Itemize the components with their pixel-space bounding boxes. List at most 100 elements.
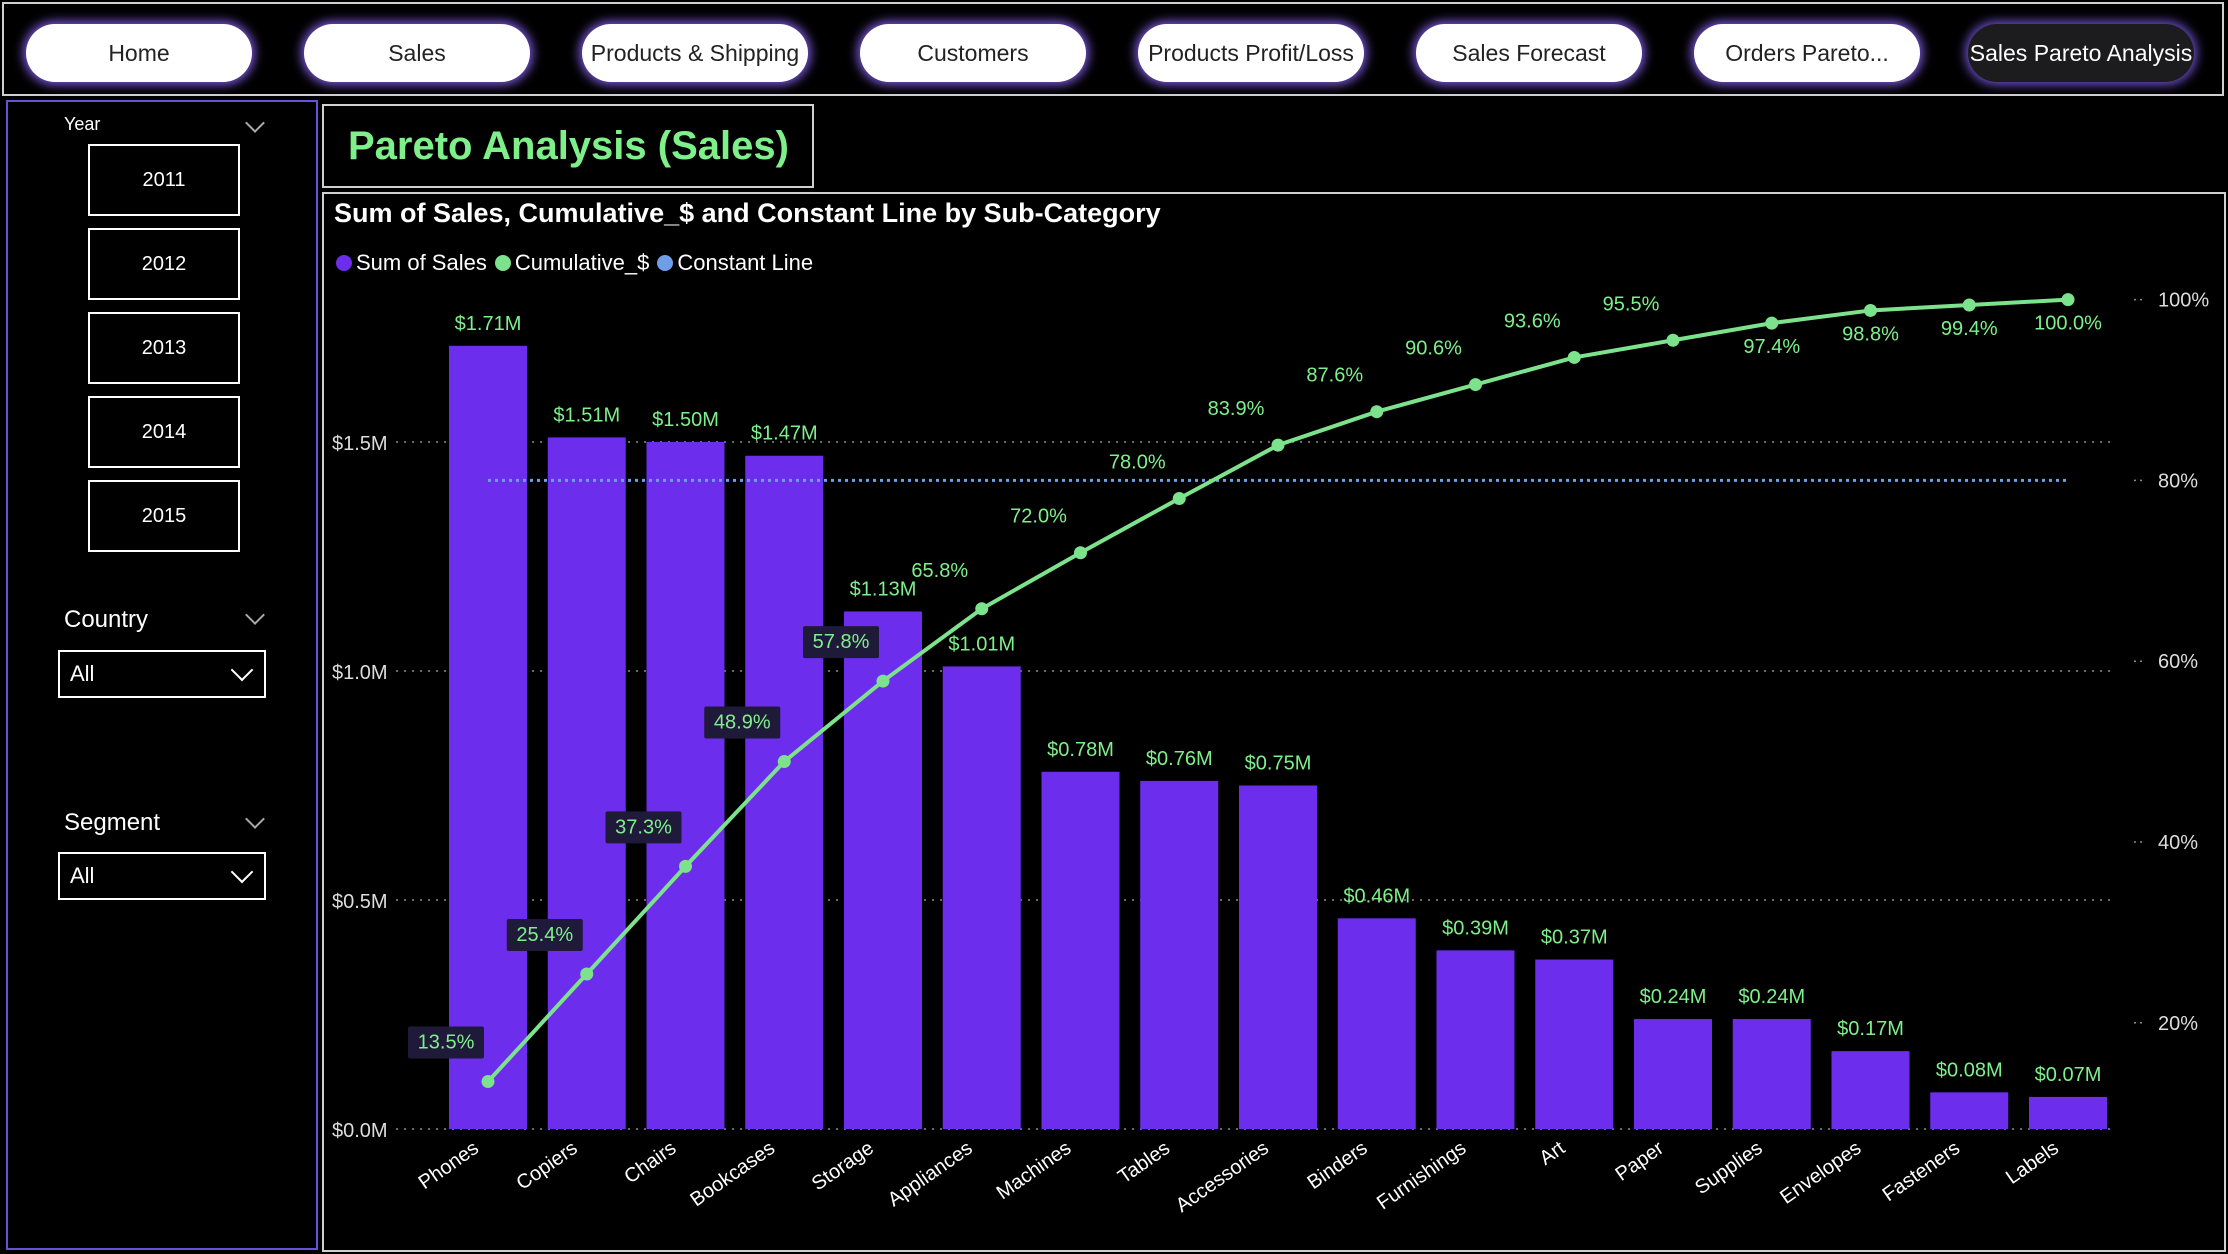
- bar-paper: [1634, 1019, 1712, 1129]
- cumulative-data-label: 13.5%: [418, 1032, 475, 1054]
- cumulative-data-label: 65.8%: [911, 560, 968, 582]
- bar-data-label: $0.17M: [1837, 1018, 1904, 1040]
- year-filter-chevron-icon[interactable]: [245, 113, 265, 133]
- cumulative-point: [1074, 546, 1087, 560]
- bar-data-label: $0.76M: [1146, 748, 1213, 770]
- legend-item-sum-of-sales[interactable]: Sum of Sales: [336, 250, 487, 276]
- cumulative-point: [975, 602, 989, 616]
- cumulative-point: [1666, 333, 1680, 347]
- legend-label: Sum of Sales: [356, 250, 487, 275]
- bar-data-label: $0.08M: [1936, 1059, 2003, 1081]
- right-axis-tick-label: 40%: [2158, 832, 2198, 854]
- top-navigation-bar: Home Sales Products & Shipping Customers Pro…: [2, 2, 2224, 96]
- segment-filter-chevron-icon[interactable]: [245, 809, 265, 829]
- nav-tab-sales-forecast[interactable]: Sales Forecast: [1416, 24, 1642, 82]
- x-axis-category-label: Phones: [415, 1137, 483, 1194]
- cumulative-data-label: 97.4%: [1743, 336, 1800, 358]
- year-option-2011[interactable]: 2011: [88, 144, 240, 216]
- x-axis-category-label: Paper: [1612, 1137, 1669, 1186]
- bar-data-label: $1.13M: [850, 578, 917, 600]
- nav-tab-sales-pareto-analysis[interactable]: Sales Pareto Analysis: [1968, 24, 2194, 82]
- nav-tab-customers[interactable]: Customers: [860, 24, 1086, 82]
- nav-tab-orders-pareto[interactable]: Orders Pareto...: [1694, 24, 1920, 82]
- nav-tab-products-profit-loss[interactable]: Products Profit/Loss: [1138, 24, 1364, 82]
- cumulative-data-label: 93.6%: [1504, 310, 1561, 332]
- cumulative-data-label: 98.8%: [1842, 323, 1899, 345]
- country-filter-chevron-icon[interactable]: [245, 605, 265, 625]
- x-axis-category-label: Furnishings: [1373, 1137, 1470, 1214]
- bar-furnishings: [1436, 950, 1515, 1129]
- nav-tab-products-shipping[interactable]: Products & Shipping: [582, 24, 808, 82]
- cumulative-point: [1962, 298, 1976, 312]
- year-option-2014[interactable]: 2014: [88, 396, 240, 468]
- year-option-2015[interactable]: 2015: [88, 480, 240, 552]
- cumulative-point: [1172, 491, 1186, 505]
- cumulative-point: [580, 967, 594, 981]
- cumulative-data-label: 95.5%: [1603, 293, 1660, 315]
- segment-dropdown[interactable]: All: [58, 852, 266, 900]
- pareto-chart: $0.0M $0.5M $1.0M $1.5M 20% 40% 60% 80% 100% $1.7…: [332, 290, 2209, 1217]
- left-axis-tick-label: $1.0M: [332, 662, 388, 684]
- bar-data-label: $0.75M: [1245, 753, 1312, 775]
- cumulative-point: [481, 1075, 495, 1089]
- year-option-2013[interactable]: 2013: [88, 312, 240, 384]
- chevron-down-icon: [230, 860, 254, 884]
- left-axis-tick-label: $0.0M: [332, 1120, 388, 1142]
- cumulative-point: [777, 755, 791, 769]
- right-axis-tick-label: 100%: [2158, 290, 2209, 312]
- cumulative-data-label: 83.9%: [1208, 398, 1265, 420]
- legend-dot-icon: [657, 255, 674, 271]
- x-axis-category-label: Accessories: [1172, 1137, 1273, 1217]
- x-axis-category-label: Tables: [1114, 1137, 1174, 1188]
- cumulative-point: [679, 859, 692, 873]
- x-axis-category-label: Appliances: [884, 1137, 977, 1211]
- cumulative-data-label: 72.0%: [1010, 506, 1067, 528]
- cumulative-point: [1765, 316, 1779, 330]
- x-axis-category-label: Copiers: [513, 1137, 582, 1195]
- bar-data-label: $1.71M: [455, 313, 522, 335]
- bar-labels: [2029, 1096, 2107, 1129]
- cumulative-point: [1271, 438, 1285, 452]
- bar-data-label: $1.47M: [751, 423, 818, 445]
- bar-data-label: $0.37M: [1541, 927, 1608, 949]
- bar-storage: [844, 611, 922, 1129]
- x-axis-category-label: Chairs: [620, 1137, 680, 1188]
- legend-dot-icon: [336, 255, 352, 271]
- cumulative-point: [2061, 293, 2075, 307]
- x-axis-category-label: Labels: [2002, 1137, 2063, 1189]
- bar-data-label: $0.46M: [1343, 885, 1410, 907]
- year-filter-label: Year: [64, 114, 101, 134]
- bar-data-label: $0.39M: [1442, 917, 1509, 939]
- cumulative-point: [876, 674, 890, 688]
- bar-data-label: $1.51M: [553, 404, 620, 426]
- nav-tab-home[interactable]: Home: [26, 24, 252, 82]
- bar-data-label: $0.24M: [1738, 986, 1805, 1008]
- bar-tables: [1140, 780, 1219, 1129]
- country-filter-label: Country: [64, 606, 149, 633]
- nav-tab-sales[interactable]: Sales: [304, 24, 530, 82]
- chart-title: Sum of Sales, Cumulative_$ and Constant …: [334, 198, 1161, 228]
- x-axis-category-label: Machines: [993, 1137, 1076, 1204]
- bar-accessories: [1239, 785, 1317, 1129]
- chevron-down-icon: [230, 658, 254, 682]
- cumulative-data-label: 37.3%: [615, 816, 672, 838]
- bar-envelopes: [1831, 1051, 1910, 1129]
- legend-dot-icon: [494, 255, 511, 271]
- country-dropdown[interactable]: All: [58, 650, 266, 698]
- page-title: Pareto Analysis (Sales): [322, 104, 814, 188]
- right-axis-tick-label: 20%: [2158, 1013, 2198, 1035]
- bar-data-label: $0.07M: [2035, 1064, 2102, 1086]
- segment-filter-label: Segment: [64, 809, 161, 836]
- bar-data-label: $0.24M: [1640, 986, 1707, 1008]
- cumulative-data-label: 57.8%: [813, 631, 870, 653]
- bar-data-label: $1.50M: [652, 409, 719, 431]
- bar-data-label: $1.01M: [948, 633, 1015, 655]
- left-axis-tick-label: $1.5M: [332, 433, 388, 455]
- legend-item-cumulative-[interactable]: Cumulative_$: [494, 250, 650, 276]
- cumulative-point: [1469, 378, 1482, 392]
- legend-item-constant-line[interactable]: Constant Line: [657, 250, 813, 276]
- cumulative-data-label: 78.0%: [1109, 451, 1166, 473]
- year-option-2012[interactable]: 2012: [88, 228, 240, 300]
- chart-legend: Sum of Sales Cumulative_$ Constant Line: [336, 250, 813, 276]
- legend-label: Cumulative_$: [514, 250, 650, 275]
